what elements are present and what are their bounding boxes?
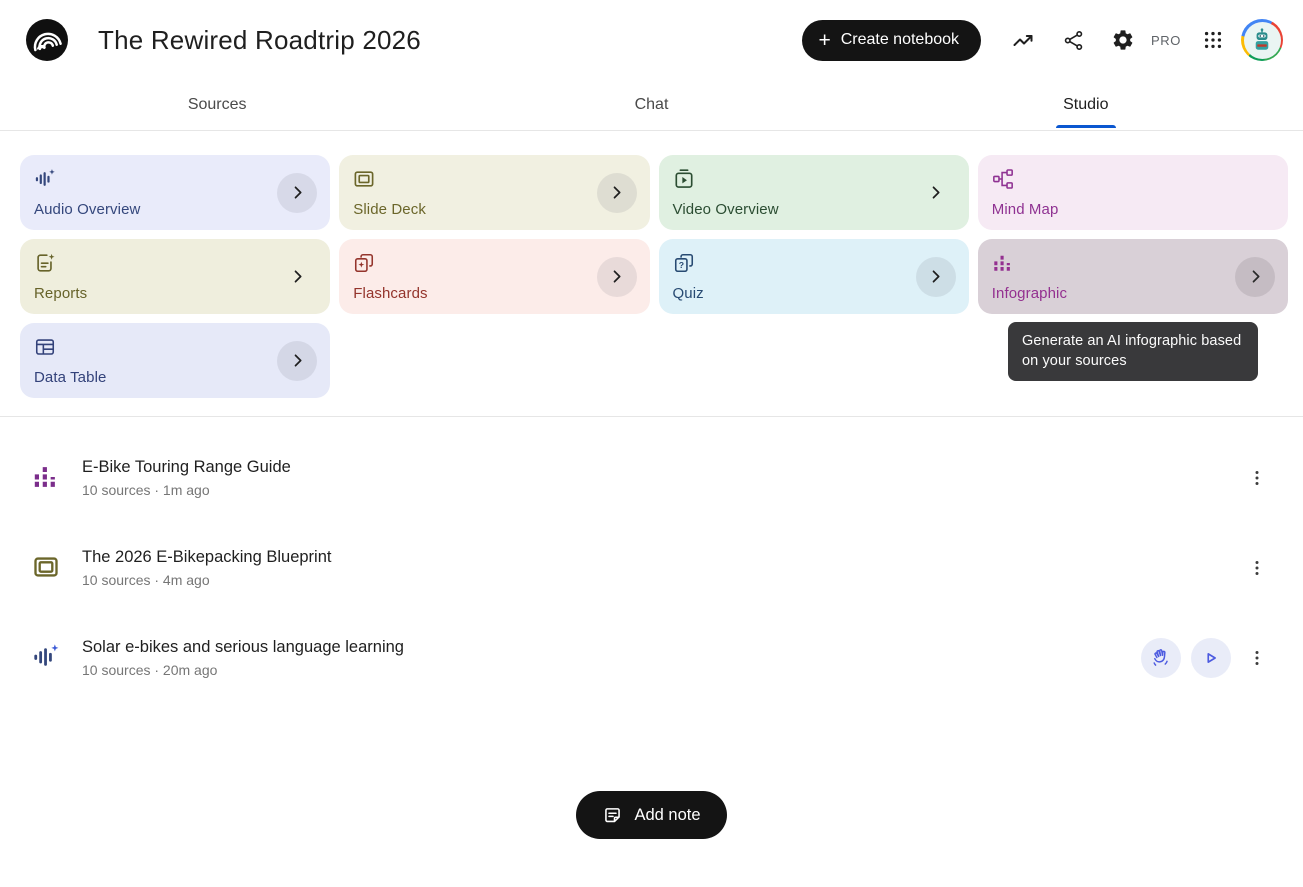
slide-deck-icon <box>32 553 62 583</box>
artifact-meta: 10 sources · 20m ago <box>82 662 1141 678</box>
artifact-title: E-Bike Touring Range Guide <box>82 458 1237 477</box>
audio-actions <box>1141 638 1231 678</box>
card-label: Reports <box>34 285 316 302</box>
card-label: Audio Overview <box>34 201 316 218</box>
tab-chat[interactable]: Chat <box>434 80 868 130</box>
play-icon[interactable] <box>1191 638 1231 678</box>
infographic-bars-icon <box>32 463 62 493</box>
artifact-link[interactable]: The 2026 E-Bikepacking Blueprint 10 sour… <box>82 548 1237 588</box>
svg-text:?: ? <box>678 260 683 270</box>
plus-icon: + <box>818 30 830 51</box>
card-infographic[interactable]: Infographic <box>978 239 1288 314</box>
share-icon[interactable] <box>1051 19 1095 61</box>
card-reports[interactable]: Reports <box>20 239 330 314</box>
notebook-title[interactable]: The Rewired Roadtrip 2026 <box>98 25 421 56</box>
chevron-right-icon[interactable] <box>277 173 317 213</box>
chevron-right-icon[interactable] <box>277 341 317 381</box>
slide-deck-icon <box>353 168 375 190</box>
chevron-right-icon[interactable] <box>277 257 317 297</box>
card-mind-map[interactable]: Mind Map <box>978 155 1288 230</box>
audio-waveform-sparkle-icon <box>32 643 62 673</box>
card-label: Mind Map <box>992 201 1274 218</box>
list-item: The 2026 E-Bikepacking Blueprint 10 sour… <box>26 523 1277 613</box>
add-note-container: Add note <box>0 791 1303 839</box>
card-label: Flashcards <box>353 285 635 302</box>
create-notebook-label: Create notebook <box>841 31 959 49</box>
chevron-right-icon[interactable] <box>597 257 637 297</box>
chevron-right-icon[interactable] <box>597 173 637 213</box>
artifact-meta: 10 sources · 1m ago <box>82 482 1237 498</box>
card-flashcards[interactable]: Flashcards <box>339 239 649 314</box>
report-sparkle-icon <box>34 252 56 274</box>
video-overview-icon <box>673 168 695 190</box>
tab-sources[interactable]: Sources <box>0 80 434 130</box>
chevron-right-icon[interactable] <box>1235 257 1275 297</box>
interactive-mode-icon[interactable] <box>1141 638 1181 678</box>
card-label: Infographic <box>992 285 1274 302</box>
card-label: Slide Deck <box>353 201 635 218</box>
more-options-icon[interactable] <box>1237 548 1277 588</box>
trending-up-icon[interactable] <box>1001 19 1045 61</box>
infographic-bars-icon <box>992 252 1014 274</box>
audio-waveform-sparkle-icon <box>34 168 56 190</box>
card-video-overview[interactable]: Video Overview <box>659 155 969 230</box>
settings-gear-icon[interactable] <box>1101 19 1145 61</box>
flashcards-icon <box>353 252 375 274</box>
more-options-icon[interactable] <box>1237 638 1277 678</box>
card-label: Data Table <box>34 369 316 386</box>
infographic-tooltip: Generate an AI infographic based on your… <box>1008 322 1258 381</box>
artifact-meta: 10 sources · 4m ago <box>82 572 1237 588</box>
quiz-icon: ? <box>673 252 695 274</box>
header-actions: + Create notebook PRO <box>802 19 1283 61</box>
artifact-link[interactable]: E-Bike Touring Range Guide 10 sources · … <box>82 458 1237 498</box>
tab-bar: Sources Chat Studio <box>0 80 1303 130</box>
card-audio-overview[interactable]: Audio Overview <box>20 155 330 230</box>
list-item: Solar e-bikes and serious language learn… <box>26 613 1277 703</box>
card-slide-deck[interactable]: Slide Deck <box>339 155 649 230</box>
create-notebook-button[interactable]: + Create notebook <box>802 20 981 61</box>
mind-map-icon <box>992 168 1014 190</box>
apps-grid-icon[interactable] <box>1191 19 1235 61</box>
notebooklm-logo[interactable] <box>26 19 68 61</box>
chevron-right-icon[interactable] <box>916 173 956 213</box>
chevron-right-icon[interactable] <box>916 257 956 297</box>
artifact-list: E-Bike Touring Range Guide 10 sources · … <box>0 417 1303 703</box>
add-note-label: Add note <box>634 806 700 825</box>
note-icon <box>602 805 623 826</box>
artifact-link[interactable]: Solar e-bikes and serious language learn… <box>82 638 1141 678</box>
avatar-robot-image <box>1244 22 1281 59</box>
more-options-icon[interactable] <box>1237 458 1277 498</box>
avatar[interactable] <box>1241 19 1283 61</box>
card-label: Quiz <box>673 285 955 302</box>
card-data-table[interactable]: Data Table <box>20 323 330 398</box>
artifact-title: The 2026 E-Bikepacking Blueprint <box>82 548 1237 567</box>
card-quiz[interactable]: ? Quiz <box>659 239 969 314</box>
list-item: E-Bike Touring Range Guide 10 sources · … <box>26 433 1277 523</box>
tab-studio[interactable]: Studio <box>869 80 1303 130</box>
add-note-button[interactable]: Add note <box>576 791 726 839</box>
pro-badge: PRO <box>1151 33 1181 48</box>
card-label: Video Overview <box>673 201 955 218</box>
data-table-icon <box>34 336 56 358</box>
app-header: The Rewired Roadtrip 2026 + Create noteb… <box>0 0 1303 80</box>
artifact-title: Solar e-bikes and serious language learn… <box>82 638 1141 657</box>
